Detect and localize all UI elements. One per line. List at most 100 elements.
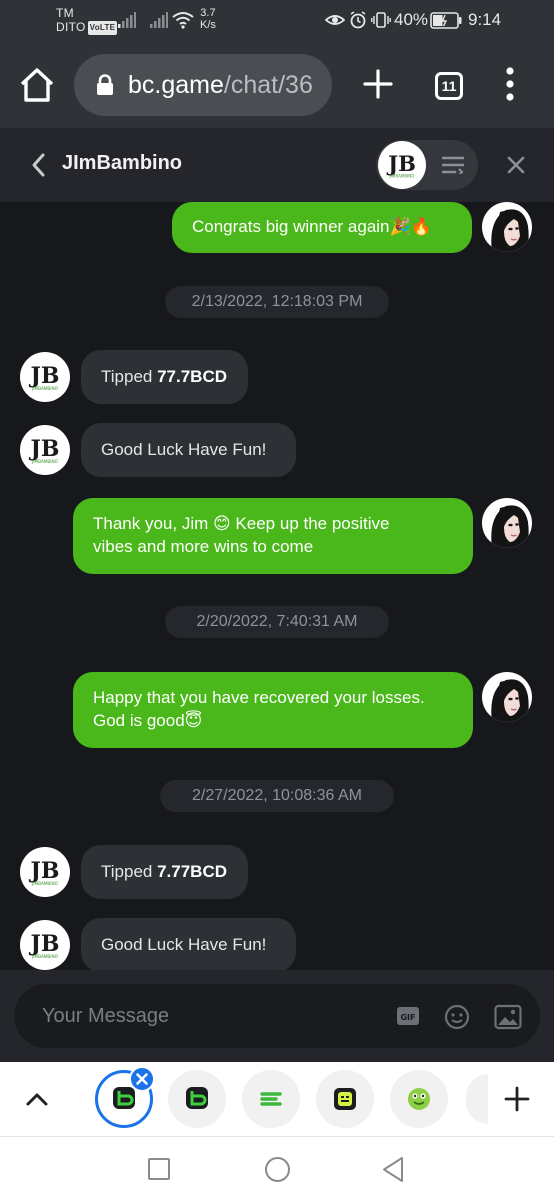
status-bar: TM DITO VoLTE 3.7 K/s 40% 9:14 bbox=[0, 0, 554, 42]
message-line-1: Thank you, Jim 😊 Keep up the positive bbox=[93, 514, 390, 533]
message-composer: Your Message GIF bbox=[0, 970, 554, 1062]
message-input-placeholder: Your Message bbox=[42, 1005, 170, 1027]
tab-close-button[interactable] bbox=[129, 1066, 155, 1092]
jimbambino-logo-icon: JBJIMBAMBINO bbox=[28, 858, 59, 886]
gif-icon[interactable]: GIF bbox=[396, 1004, 420, 1028]
jimbambino-logo-icon: JBJIMBAMBINO bbox=[28, 931, 59, 959]
tab-switcher-button[interactable]: 11 bbox=[435, 72, 463, 100]
chat-title: JImBambino bbox=[62, 152, 183, 174]
message-input[interactable]: Your Message GIF bbox=[14, 984, 540, 1048]
recents-button[interactable] bbox=[148, 1158, 170, 1180]
tip-amount: 7.77BCD bbox=[157, 862, 227, 881]
close-icon bbox=[136, 1073, 148, 1085]
user-avatar[interactable] bbox=[482, 202, 532, 252]
battery-icon bbox=[430, 12, 462, 29]
app-green-icon bbox=[260, 1092, 282, 1106]
tip-amount: 77.7BCD bbox=[157, 367, 227, 386]
home-icon[interactable] bbox=[18, 66, 56, 104]
user-avatar[interactable] bbox=[482, 672, 532, 722]
message-outgoing: Happy that you have recovered your losse… bbox=[73, 672, 473, 748]
message-text: Congrats big winner again🎉🔥 bbox=[192, 217, 432, 236]
new-tab-icon[interactable] bbox=[362, 68, 394, 100]
svg-text:JIMBAMBINO: JIMBAMBINO bbox=[31, 881, 59, 886]
image-icon[interactable] bbox=[494, 1004, 522, 1030]
net-speed-unit: K/s bbox=[200, 19, 216, 31]
tab-thumbnail[interactable] bbox=[242, 1070, 300, 1128]
chat-header: JImBambino JB JIMBAMBINO bbox=[0, 128, 554, 202]
carrier-info: TM DITO VoLTE bbox=[56, 6, 118, 35]
volte-badge: VoLTE bbox=[87, 21, 118, 35]
tab-strip bbox=[0, 1062, 554, 1136]
message-incoming: Good Luck Have Fun! bbox=[81, 918, 296, 970]
url-path: /chat/36 bbox=[223, 70, 313, 99]
chevron-up-icon[interactable] bbox=[24, 1088, 50, 1110]
svg-text:JIMBAMBINO: JIMBAMBINO bbox=[31, 386, 59, 391]
vibrate-icon bbox=[371, 12, 391, 28]
signal-icon bbox=[118, 12, 136, 28]
header-avatar[interactable]: JB JIMBAMBINO bbox=[378, 141, 426, 189]
svg-text:JB: JB bbox=[386, 151, 416, 176]
app-yellow-icon bbox=[334, 1088, 356, 1110]
home-button[interactable] bbox=[265, 1157, 290, 1182]
system-nav-bar bbox=[0, 1136, 554, 1200]
close-icon[interactable] bbox=[506, 155, 526, 175]
message-line-2: vibes and more wins to come bbox=[93, 537, 314, 556]
timestamp-divider: 2/20/2022, 7:40:31 AM bbox=[165, 606, 389, 638]
message-outgoing: Thank you, Jim 😊 Keep up the positive vi… bbox=[73, 498, 473, 574]
message-line-1: Happy that you have recovered your losse… bbox=[93, 688, 425, 707]
tab-thumbnail-partial[interactable] bbox=[466, 1074, 488, 1124]
timestamp-divider: 2/27/2022, 10:08:36 AM bbox=[160, 780, 394, 812]
message-outgoing: Congrats big winner again🎉🔥 bbox=[172, 202, 472, 253]
message-list[interactable]: Congrats big winner again🎉🔥 2/13/2022, 1… bbox=[0, 202, 554, 970]
alarm-icon bbox=[350, 11, 366, 29]
tab-thumbnail[interactable] bbox=[316, 1070, 374, 1128]
bcgame-icon bbox=[113, 1087, 135, 1109]
add-tab-icon[interactable] bbox=[504, 1086, 530, 1112]
wifi-icon bbox=[172, 12, 194, 29]
user-avatar[interactable] bbox=[482, 498, 532, 548]
message-incoming: Tipped 77.7BCD bbox=[81, 350, 248, 404]
jimbambino-logo-icon: JBJIMBAMBINO bbox=[386, 151, 416, 179]
net-speed-value: 3.7 bbox=[200, 7, 216, 19]
tip-prefix: Tipped bbox=[101, 367, 158, 386]
sender-avatar[interactable]: JB JIMBAMBINO bbox=[20, 352, 70, 402]
jimbambino-logo-icon: JBJIMBAMBINO bbox=[28, 436, 59, 464]
message-line-2: God is good😇 bbox=[93, 711, 203, 730]
tab-thumbnail[interactable] bbox=[168, 1070, 226, 1128]
sender-avatar[interactable]: JB JIMBAMBINO bbox=[20, 920, 70, 970]
bcgame-icon bbox=[186, 1087, 208, 1109]
browser-toolbar: bc.game/chat/36 11 bbox=[0, 42, 554, 128]
emoji-icon[interactable] bbox=[444, 1004, 470, 1030]
signal-icon-2 bbox=[150, 12, 168, 28]
gif-icon-label: GIF bbox=[400, 1013, 415, 1022]
carrier-name-2: DITO bbox=[56, 20, 86, 34]
message-incoming: Good Luck Have Fun! bbox=[81, 423, 296, 477]
eye-comfort-icon bbox=[325, 15, 345, 25]
message-incoming: Tipped 7.77BCD bbox=[81, 845, 248, 899]
svg-text:JIMBAMBINO: JIMBAMBINO bbox=[31, 459, 59, 464]
app-frog-icon bbox=[408, 1088, 430, 1110]
tab-thumbnail[interactable] bbox=[390, 1070, 448, 1128]
menu-list-icon[interactable] bbox=[442, 156, 464, 174]
svg-text:JIMBAMBINO: JIMBAMBINO bbox=[389, 173, 415, 178]
svg-text:JIMBAMBINO: JIMBAMBINO bbox=[31, 954, 59, 959]
battery-percent: 40% bbox=[394, 10, 429, 29]
address-bar[interactable]: bc.game/chat/36 bbox=[74, 54, 332, 116]
net-speed: 3.7 K/s bbox=[200, 7, 216, 31]
tip-prefix: Tipped bbox=[101, 862, 158, 881]
more-options-icon[interactable] bbox=[502, 66, 518, 102]
lock-icon bbox=[97, 74, 113, 95]
message-text: Good Luck Have Fun! bbox=[101, 935, 267, 954]
chevron-left-icon[interactable] bbox=[28, 152, 50, 178]
timestamp-divider: 2/13/2022, 12:18:03 PM bbox=[165, 286, 389, 318]
sender-avatar[interactable]: JB JIMBAMBINO bbox=[20, 847, 70, 897]
message-text: Good Luck Have Fun! bbox=[101, 440, 267, 459]
user-avatar-icon bbox=[482, 202, 532, 252]
jimbambino-logo-icon: JBJIMBAMBINO bbox=[28, 363, 59, 391]
sender-avatar[interactable]: JB JIMBAMBINO bbox=[20, 425, 70, 475]
user-avatar-icon bbox=[482, 498, 532, 548]
back-triangle-icon[interactable] bbox=[381, 1156, 405, 1183]
clock: 9:14 bbox=[468, 10, 502, 29]
url-text: bc.game/chat/36 bbox=[128, 71, 313, 100]
carrier-name-1: TM bbox=[56, 6, 74, 20]
